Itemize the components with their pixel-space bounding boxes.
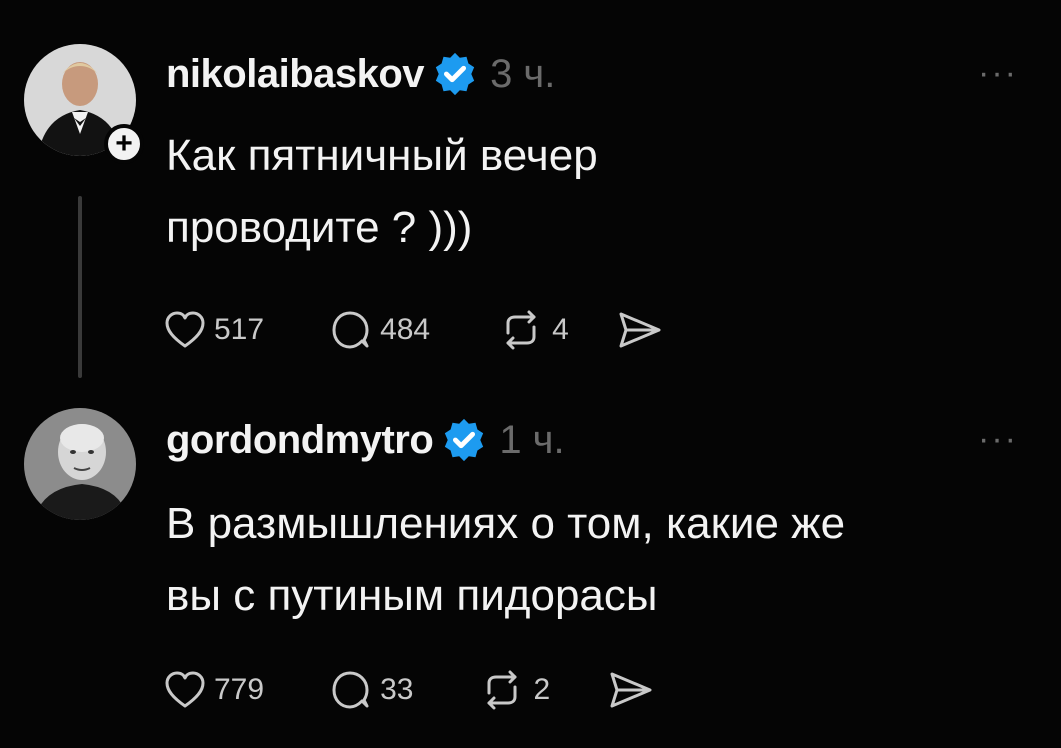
post-text-line-2: вы с путиным пидорасы [166,571,658,620]
post-actions: 779 33 2 [164,666,654,714]
comment-count: 33 [380,673,414,706]
comment-bubble-icon [332,311,369,349]
repost-icon [487,670,517,710]
send-icon [610,672,652,708]
share-button[interactable] [608,670,654,710]
like-count: 517 [214,313,265,346]
like-count: 779 [214,673,265,706]
more-dots-icon[interactable]: ··· [978,54,1018,93]
like-button[interactable]: 779 [164,670,264,710]
repost-icon [506,310,536,350]
repost-button[interactable]: 4 [498,309,569,351]
post-header: nikolaibaskov 3 ч. [166,48,555,100]
like-button[interactable]: 517 [164,310,264,350]
share-button[interactable] [617,310,663,350]
post-2: gordondmytro 1 ч. ··· В размышлениях о т… [0,390,1061,748]
post-actions: 517 484 4 [164,306,663,354]
post-header: gordondmytro 1 ч. [166,414,565,466]
plus-icon: + [115,127,133,160]
heart-icon [165,311,205,348]
repost-button[interactable]: 2 [479,669,550,711]
repost-count: 2 [533,673,551,706]
comment-count: 484 [380,313,431,346]
avatar-gordondmytro[interactable] [24,408,136,520]
comment-bubble-icon [332,671,369,709]
thread-line [78,196,82,378]
username[interactable]: gordondmytro [166,418,434,463]
post-text-line-1: В размышлениях о том, какие же [166,499,846,548]
heart-icon [165,671,205,708]
verified-badge-icon [435,52,475,96]
post-text-line-1: Как пятничный вечер [166,131,598,180]
post-time: 1 ч. [499,417,565,462]
post-time: 3 ч. [490,51,556,96]
follow-plus-button[interactable]: + [104,124,144,164]
username[interactable]: nikolaibaskov [166,52,425,97]
post-1: + nikolaibaskov 3 ч. ··· Как пятничный в… [0,0,1061,390]
more-dots-icon[interactable]: ··· [978,420,1018,459]
comment-button[interactable]: 484 [330,309,430,351]
send-icon [619,312,661,348]
verified-badge-icon [445,418,484,462]
post-text-line-2: проводите ? ))) [166,203,473,252]
comment-button[interactable]: 33 [330,669,413,711]
repost-count: 4 [552,313,569,346]
